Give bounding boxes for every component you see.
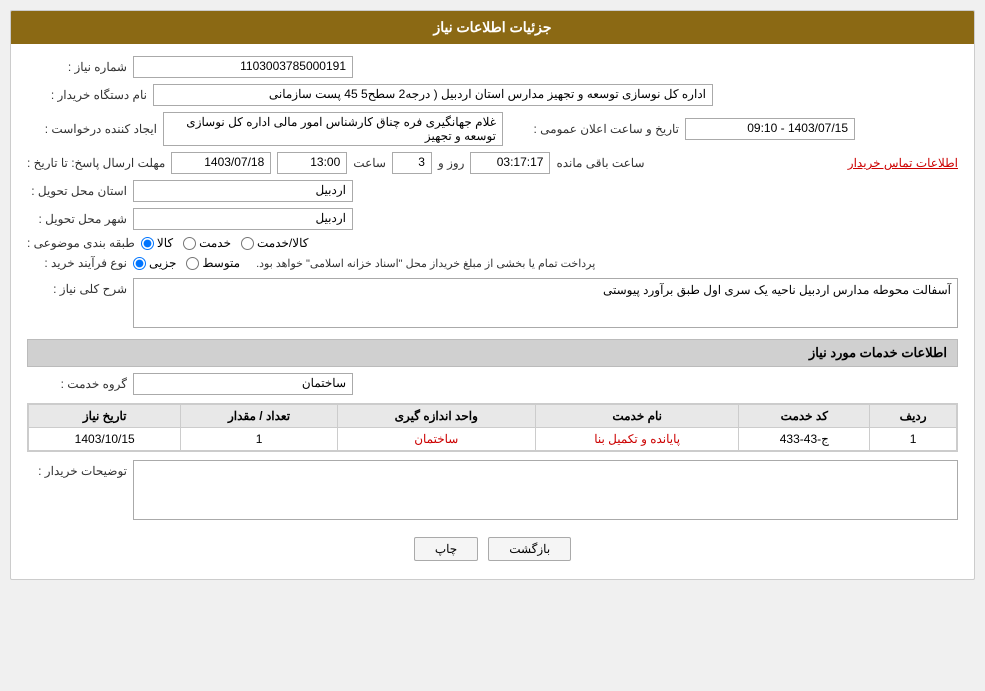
ijad-value: غلام جهانگیری فره چناق کارشناس امور مالی… [163, 112, 503, 146]
kala-khadamat-label: کالا/خدمت [257, 236, 308, 250]
tamas-link[interactable]: اطلاعات تماس خریدار [848, 156, 958, 170]
tarikh-elan-value: 1403/07/15 - 09:10 [685, 118, 855, 140]
print-button[interactable]: چاپ [414, 537, 478, 561]
cell-tarikh: 1403/10/15 [29, 428, 181, 451]
tabaqe-label: طبقه بندی موضوعی : [27, 236, 135, 250]
tawzih-textarea[interactable] [133, 460, 958, 520]
cell-nam: پایانده و تکمیل بنا [535, 428, 739, 451]
tawzih-label: توضیحات خریدار : [27, 460, 127, 478]
kala-radio[interactable] [141, 237, 154, 250]
col-vahed: واحد اندازه گیری [337, 405, 535, 428]
shomara-niaz-label: شماره نیاز : [27, 60, 127, 74]
back-button[interactable]: بازگشت [488, 537, 571, 561]
mande-label: ساعت باقی مانده [556, 156, 644, 170]
noee-label: نوع فرآیند خرید : [27, 256, 127, 270]
gorooh-value: ساختمان [133, 373, 353, 395]
motawaset-radio[interactable] [186, 257, 199, 270]
gorooh-label: گروه خدمت : [27, 377, 127, 391]
section2-title: اطلاعات خدمات مورد نیاز [27, 339, 958, 367]
table-row: 1 ج-43-433 پایانده و تکمیل بنا ساختمان 1… [29, 428, 957, 451]
sharh-label: شرح کلی نیاز : [27, 278, 127, 296]
jozvi-radio[interactable] [133, 257, 146, 270]
nam-dastgah-value: اداره کل نوسازی توسعه و تجهیز مدارس استا… [153, 84, 713, 106]
col-tedad: تعداد / مقدار [181, 405, 337, 428]
kala-label: کالا [157, 236, 173, 250]
saat-value: 13:00 [277, 152, 347, 174]
ijad-label: ایجاد کننده درخواست : [27, 122, 157, 136]
nam-dastgah-label: نام دستگاه خریدار : [27, 88, 147, 102]
sharh-textarea[interactable] [133, 278, 958, 328]
khadamat-radio[interactable] [183, 237, 196, 250]
jozvi-label: جزیی [149, 256, 176, 270]
cell-tedad: 1 [181, 428, 337, 451]
cell-vahed: ساختمان [337, 428, 535, 451]
kala-khadamat-radio[interactable] [241, 237, 254, 250]
ostan-value: اردبیل [133, 180, 353, 202]
shomara-niaz-value: 1103003785000191 [133, 56, 353, 78]
services-table: ردیف کد خدمت نام خدمت واحد اندازه گیری ت… [27, 403, 958, 452]
cell-kod: ج-43-433 [739, 428, 870, 451]
tabaqe-group: کالا/خدمت خدمت کالا [141, 236, 309, 250]
footer-buttons: بازگشت چاپ [27, 537, 958, 561]
ostan-label: استان محل تحویل : [27, 184, 127, 198]
mohlat-label: مهلت ارسال پاسخ: تا تاریخ : [27, 156, 165, 170]
mande-value: 03:17:17 [470, 152, 550, 174]
page-title: جزئیات اطلاعات نیاز [11, 11, 974, 44]
shahr-label: شهر محل تحویل : [27, 212, 127, 226]
col-tarikh: تاریخ نیاز [29, 405, 181, 428]
shahr-value: اردبیل [133, 208, 353, 230]
khadamat-label: خدمت [199, 236, 231, 250]
cell-radif: 1 [870, 428, 957, 451]
pardakht-text: پرداخت تمام یا بخشی از مبلغ خریداز محل "… [256, 257, 595, 270]
tarikh-date-value: 1403/07/18 [171, 152, 271, 174]
noee-group: متوسط جزیی [133, 256, 240, 270]
col-nam: نام خدمت [535, 405, 739, 428]
saat-label: ساعت [353, 156, 386, 170]
rooz-label: روز و [438, 156, 465, 170]
rooz-value: 3 [392, 152, 432, 174]
tarikh-elan-label: تاریخ و ساعت اعلان عمومی : [529, 122, 679, 136]
col-radif: ردیف [870, 405, 957, 428]
motawaset-label: متوسط [202, 256, 240, 270]
col-kod: کد خدمت [739, 405, 870, 428]
